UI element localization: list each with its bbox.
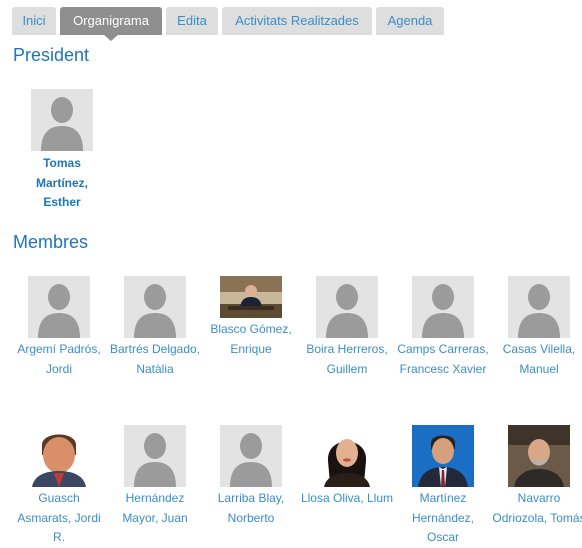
member-name[interactable]: Argemí Padrós, Jordi (11, 340, 107, 379)
tab-inici[interactable]: Inici (12, 7, 56, 35)
member-card[interactable]: Casas Vilella, Manuel (491, 276, 582, 379)
member-card[interactable]: Larriba Blay, Norberto (203, 425, 299, 528)
member-card[interactable]: Llosa Oliva, Llum (299, 425, 395, 509)
member-name[interactable]: Larriba Blay, Norberto (203, 489, 299, 528)
member-card[interactable]: Navarro Odriozola, Tomás (491, 425, 582, 528)
member-card[interactable]: Guasch Asmarats, Jordi R. (11, 425, 107, 548)
member-name[interactable]: Llosa Oliva, Llum (299, 489, 395, 509)
member-name[interactable]: Navarro Odriozola, Tomás (491, 489, 582, 528)
member-name[interactable]: Tomas Martínez, Esther (22, 154, 102, 213)
member-photo (28, 425, 90, 487)
member-card[interactable]: Boira Herreros, Guillem (299, 276, 395, 379)
tab-activitats-realitzades[interactable]: Activitats Realitzades (222, 7, 372, 35)
member-name[interactable]: Blasco Gómez, Enrique (203, 320, 299, 359)
avatar-placeholder (220, 425, 282, 487)
member-photo (412, 425, 474, 487)
section-title-membres: Membres (13, 232, 89, 252)
section-title-president: President (13, 45, 90, 65)
organigrama-page: Inici Organigrama Edita Activitats Reali… (0, 0, 582, 544)
member-card[interactable]: Argemí Padrós, Jordi (11, 276, 107, 379)
member-photo (220, 276, 282, 318)
avatar-placeholder (124, 276, 186, 338)
avatar-placeholder (31, 89, 93, 151)
member-name[interactable]: Camps Carreras, Francesc Xavier (395, 340, 491, 379)
member-card[interactable]: Bartrés Delgado, Natàlia (107, 276, 203, 379)
active-tab-indicator (104, 35, 118, 41)
member-photo (316, 425, 378, 487)
member-photo (508, 425, 570, 487)
member-name[interactable]: Hernández Mayor, Juan (107, 489, 203, 528)
member-name[interactable]: Guasch Asmarats, Jordi R. (11, 489, 107, 548)
member-name[interactable]: Casas Vilella, Manuel (491, 340, 582, 379)
member-card[interactable]: Tomas Martínez, Esther (22, 89, 102, 213)
avatar-placeholder (508, 276, 570, 338)
tab-edita[interactable]: Edita (166, 7, 218, 35)
avatar-placeholder (316, 276, 378, 338)
member-card[interactable]: Hernández Mayor, Juan (107, 425, 203, 528)
member-card[interactable]: Blasco Gómez, Enrique (203, 276, 299, 359)
member-name[interactable]: Martínez Hernández, Oscar (395, 489, 491, 548)
avatar-placeholder (28, 276, 90, 338)
avatar-placeholder (124, 425, 186, 487)
member-card[interactable]: Camps Carreras, Francesc Xavier (395, 276, 491, 379)
member-card[interactable]: Martínez Hernández, Oscar (395, 425, 491, 548)
avatar-placeholder (412, 276, 474, 338)
member-name[interactable]: Boira Herreros, Guillem (299, 340, 395, 379)
tab-agenda[interactable]: Agenda (376, 7, 444, 35)
member-name[interactable]: Bartrés Delgado, Natàlia (107, 340, 203, 379)
tab-organigrama[interactable]: Organigrama (60, 7, 162, 35)
